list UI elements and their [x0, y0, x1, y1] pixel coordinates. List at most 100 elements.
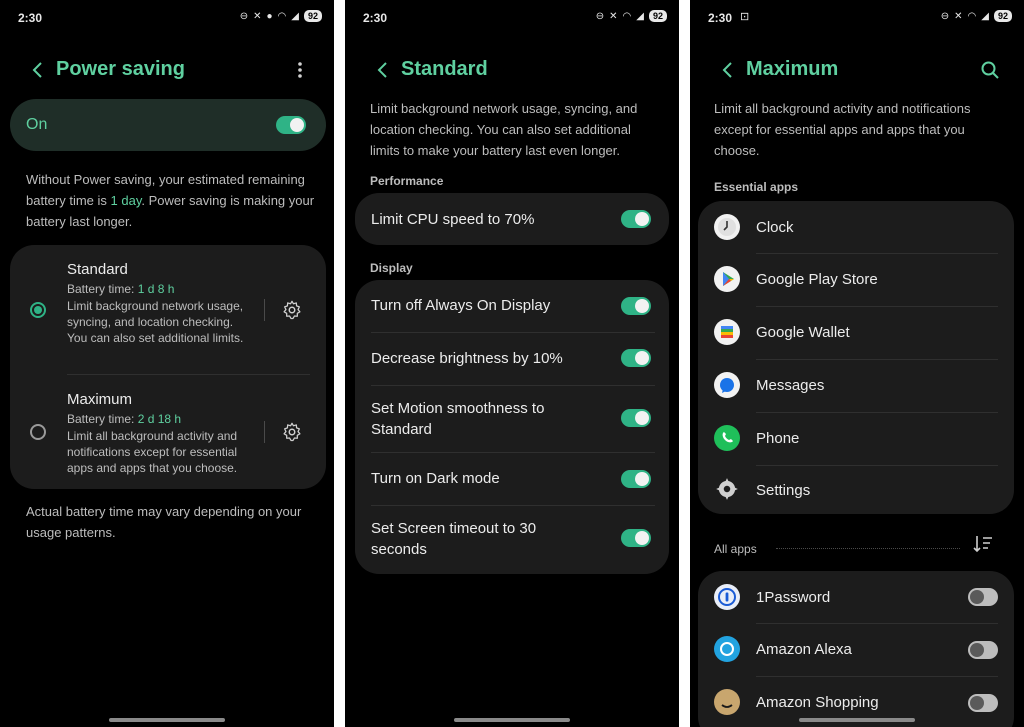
essential-app-settings[interactable]: Settings [698, 466, 1014, 514]
essential-apps-card: Clock Google Play Store Google Wallet Me… [698, 201, 1014, 514]
brightness-label: Decrease brightness by 10% [371, 350, 563, 367]
all-apps-label: All apps [714, 542, 757, 556]
performance-section-label: Performance [370, 174, 444, 188]
page-title: Power saving [56, 58, 185, 80]
1password-app-name: 1Password [756, 589, 831, 606]
amazon-alexa-app-icon [714, 636, 740, 662]
top-app-bar: Standard [345, 55, 679, 85]
phone-app-name: Phone [756, 430, 800, 447]
screen-timeout-toggle[interactable] [621, 529, 651, 547]
settings-app-name: Settings [756, 482, 811, 499]
maximum-radio[interactable] [30, 424, 46, 440]
limit-cpu-row[interactable]: Limit CPU speed to 70% [355, 193, 669, 245]
screenshot-icon: ⊡ [740, 11, 750, 23]
limit-cpu-toggle[interactable] [621, 210, 651, 228]
messages-app-name: Messages [756, 377, 825, 394]
master-toggle[interactable] [276, 116, 306, 134]
status-icons: ⊖ ✕ ◠ ◢ 92 [941, 10, 1012, 22]
standard-time-label: Battery time: [67, 282, 138, 296]
display-section-label: Display [370, 261, 413, 275]
always-on-display-label: Turn off Always On Display [371, 297, 551, 314]
display-card: Turn off Always On Display Decrease brig… [355, 280, 669, 574]
essential-app-messages[interactable]: Messages [698, 360, 1014, 412]
maximum-title: Maximum [67, 391, 133, 408]
sort-icon[interactable] [972, 534, 994, 554]
essential-app-google-wallet[interactable]: Google Wallet [698, 307, 1014, 359]
app-row-amazon-alexa[interactable]: Amazon Alexa [698, 624, 1014, 676]
maximum-separator [264, 421, 265, 443]
dark-mode-toggle[interactable] [621, 470, 651, 488]
more-options-icon[interactable] [288, 58, 312, 82]
standard-title: Standard [67, 261, 128, 278]
mute-icon: ✕ [609, 10, 618, 22]
home-indicator[interactable] [799, 718, 915, 722]
essential-app-phone[interactable]: Phone [698, 413, 1014, 465]
dnd-icon: ⊖ [940, 10, 950, 22]
signal-icon: ◢ [636, 10, 644, 22]
option-maximum[interactable]: Maximum Battery time: 2 d 18 h Limit all… [10, 375, 326, 489]
always-on-display-toggle[interactable] [621, 297, 651, 315]
clock-app-icon [714, 214, 740, 240]
screen-timeout-row[interactable]: Set Screen timeout to 30 seconds [355, 506, 669, 572]
essential-app-play-store[interactable]: Google Play Store [698, 254, 1014, 306]
standard-radio[interactable] [30, 302, 46, 318]
power-saving-master-switch[interactable]: On [10, 99, 326, 151]
amazon-shopping-app-name: Amazon Shopping [756, 694, 879, 711]
maximum-battery-time: Battery time: 2 d 18 h [67, 412, 181, 426]
battery-icon: 92 [648, 10, 667, 22]
wifi-icon: ◠ [622, 10, 632, 22]
option-standard[interactable]: Standard Battery time: 1 d 8 h Limit bac… [10, 245, 326, 373]
battery-disclaimer: Actual battery time may vary depending o… [26, 504, 302, 540]
estimate-value: 1 day [110, 193, 142, 208]
location-icon: ● [266, 10, 273, 22]
play-store-app-name: Google Play Store [756, 271, 878, 288]
back-arrow-icon[interactable] [371, 58, 395, 82]
app-row-1password[interactable]: 1Password [698, 571, 1014, 623]
clock-app-name: Clock [756, 219, 794, 236]
standard-gear-icon[interactable] [281, 299, 303, 321]
dnd-icon: ⊖ [595, 10, 605, 22]
maximum-time-value: 2 d 18 h [137, 412, 182, 426]
signal-icon: ◢ [981, 10, 989, 22]
wifi-icon: ◠ [967, 10, 977, 22]
always-on-display-row[interactable]: Turn off Always On Display [355, 280, 669, 332]
status-bar: 2:30 ⊖ ✕ ● ◠ ◢ 92 [18, 10, 322, 26]
master-switch-label: On [26, 116, 48, 133]
motion-smoothness-label: Set Motion smoothness to Standard [371, 400, 545, 438]
standard-time-value: 1 d 8 h [137, 282, 175, 296]
home-indicator[interactable] [454, 718, 570, 722]
limit-cpu-label: Limit CPU speed to 70% [371, 211, 535, 228]
motion-smoothness-row[interactable]: Set Motion smoothness to Standard [355, 386, 669, 452]
essential-app-clock[interactable]: Clock [698, 201, 1014, 253]
status-time: 2:30 [363, 11, 388, 25]
page-title: Maximum [746, 58, 839, 80]
page-title: Standard [401, 58, 488, 80]
top-app-bar: Maximum [690, 55, 1024, 85]
top-app-bar: Power saving [0, 55, 334, 85]
home-indicator[interactable] [109, 718, 225, 722]
phone-app-icon [714, 425, 740, 451]
standard-mode-screen: 2:30 ⊖ ✕ ◠ ◢ 92 Standard Limit backgroun… [345, 0, 679, 727]
battery-icon: 92 [303, 10, 322, 22]
mute-icon: ✕ [954, 10, 963, 22]
signal-icon: ◢ [291, 10, 299, 22]
power-saving-screen: 2:30 ⊖ ✕ ● ◠ ◢ 92 Power saving On Withou… [0, 0, 334, 727]
brightness-row[interactable]: Decrease brightness by 10% [355, 333, 669, 385]
battery-icon: 92 [993, 10, 1012, 22]
dark-mode-row[interactable]: Turn on Dark mode [355, 453, 669, 505]
maximum-gear-icon[interactable] [281, 421, 303, 443]
amazon-alexa-toggle[interactable] [968, 641, 998, 659]
1password-toggle[interactable] [968, 588, 998, 606]
all-apps-card: 1Password Amazon Alexa Amazon Shopping [698, 571, 1014, 727]
brightness-toggle[interactable] [621, 349, 651, 367]
messages-app-icon [714, 372, 740, 398]
motion-smoothness-toggle[interactable] [621, 409, 651, 427]
back-arrow-icon[interactable] [26, 58, 50, 82]
status-time: 2:30 [708, 11, 733, 25]
search-icon[interactable] [978, 58, 1002, 82]
amazon-alexa-app-name: Amazon Alexa [756, 641, 852, 658]
all-apps-dotted-line [776, 548, 960, 549]
maximum-mode-screen: 2:30 ⊡ ⊖ ✕ ◠ ◢ 92 Maximum Limit all back… [690, 0, 1024, 727]
amazon-shopping-toggle[interactable] [968, 694, 998, 712]
back-arrow-icon[interactable] [716, 58, 740, 82]
